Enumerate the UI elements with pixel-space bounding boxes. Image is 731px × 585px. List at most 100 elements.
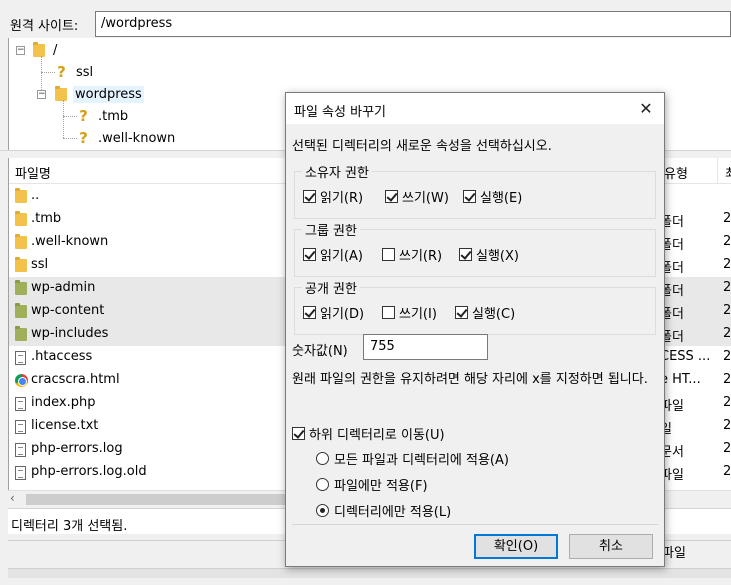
file-date: 2 xyxy=(723,234,731,249)
group-permissions-group: 그룹 권한 읽기(A) 쓰기(R) 실행(X) xyxy=(294,220,656,277)
folder-icon xyxy=(15,326,27,341)
unknown-folder-icon: ? xyxy=(79,129,88,147)
file-date: 2 xyxy=(723,326,731,341)
hint-text: 원래 파일의 권한을 유지하려면 해당 자리에 x를 지정하면 됩니다. xyxy=(292,372,648,387)
group-label: 소유자 권한 xyxy=(302,162,372,181)
folder-icon xyxy=(15,234,27,249)
group-label: 공개 권한 xyxy=(302,278,360,297)
file-icon xyxy=(15,420,26,434)
file-name: .tmb xyxy=(31,211,62,226)
folder-icon xyxy=(33,41,45,57)
public-exec-checkbox[interactable]: 실행(C) xyxy=(455,303,515,322)
file-type: e HT... xyxy=(660,372,701,387)
recurse-subdirectories-checkbox[interactable]: 하위 디렉터리로 이동(U) xyxy=(292,424,445,443)
cancel-button[interactable]: 취소 xyxy=(569,534,653,559)
column-header-name[interactable]: 파일명 xyxy=(15,163,51,182)
dialog-separator xyxy=(292,524,658,525)
remote-path-input[interactable]: /wordpress xyxy=(95,11,731,37)
file-icon xyxy=(15,466,26,480)
file-name: cracscra.html xyxy=(31,372,120,387)
collapse-icon[interactable]: − xyxy=(37,90,46,99)
checkbox-checked-icon xyxy=(292,427,305,440)
tree-item-root[interactable]: / xyxy=(33,40,59,60)
folder-icon xyxy=(15,257,27,272)
checkbox-checked-icon xyxy=(303,306,316,319)
tree-item-label: wordpress xyxy=(73,85,144,103)
public-write-checkbox[interactable]: 쓰기(I) xyxy=(382,303,437,322)
folder-icon xyxy=(15,280,27,295)
group-read-checkbox[interactable]: 읽기(A) xyxy=(303,245,363,264)
file-icon xyxy=(15,397,26,411)
dialog-title: 파일 속성 바꾸기 xyxy=(294,105,386,120)
public-permissions-group: 공개 권한 읽기(D) 쓰기(I) 실행(C) xyxy=(294,278,656,335)
unknown-folder-icon: ? xyxy=(57,63,66,81)
bottom-scrollbar[interactable] xyxy=(8,568,731,578)
file-name: wp-content xyxy=(31,303,105,318)
checkbox-checked-icon xyxy=(459,248,472,261)
tree-item-ssl[interactable]: ? ssl xyxy=(55,62,95,82)
file-date: 2 xyxy=(723,257,731,272)
owner-write-checkbox[interactable]: 쓰기(W) xyxy=(385,187,449,206)
file-date: 2 xyxy=(723,280,731,295)
file-icon xyxy=(15,351,26,365)
column-header-type[interactable]: 유형 xyxy=(664,163,688,182)
file-date: 2 xyxy=(723,211,731,226)
apply-all-radio[interactable]: 모든 파일과 디렉터리에 적용(A) xyxy=(316,449,509,468)
apply-files-only-radio[interactable]: 파일에만 적용(F) xyxy=(316,475,428,494)
unknown-folder-icon: ? xyxy=(79,107,88,125)
dialog-intro-text: 선택된 디렉터리의 새로운 속성을 선택하십시오. xyxy=(292,139,552,154)
radio-unselected-icon xyxy=(316,452,329,465)
numeric-value-input[interactable]: 755 xyxy=(363,334,488,360)
file-name: php-errors.log xyxy=(31,441,123,456)
group-label: 그룹 권한 xyxy=(302,220,360,239)
collapse-icon[interactable]: − xyxy=(16,46,25,55)
public-read-checkbox[interactable]: 읽기(D) xyxy=(303,303,364,322)
scroll-left-icon[interactable]: ‹ xyxy=(10,491,15,505)
file-name: .. xyxy=(31,188,40,203)
folder-icon xyxy=(15,188,27,203)
tree-item-label: / xyxy=(53,42,58,58)
file-icon xyxy=(15,443,26,457)
chrome-html-icon xyxy=(15,374,28,387)
close-icon[interactable]: ✕ xyxy=(628,93,664,124)
remote-site-label: 원격 사이트: xyxy=(10,19,79,34)
group-exec-checkbox[interactable]: 실행(X) xyxy=(459,245,519,264)
ok-button[interactable]: 확인(O) xyxy=(474,534,558,559)
dialog-titlebar[interactable]: 파일 속성 바꾸기 ✕ xyxy=(286,93,664,124)
status-text: 디렉터리 3개 선택됨. xyxy=(11,519,128,534)
file-name: php-errors.log.old xyxy=(31,464,147,479)
column-header-date[interactable]: 최 xyxy=(725,163,731,182)
scrollbar-thumb[interactable] xyxy=(26,494,306,505)
checkbox-checked-icon xyxy=(303,248,316,261)
queue-column-text: 파일 xyxy=(662,546,686,561)
apply-directories-only-radio[interactable]: 디렉터리에만 적용(L) xyxy=(316,501,451,520)
tree-item-well-known[interactable]: ? .well-known xyxy=(77,128,177,148)
change-file-attributes-dialog: 파일 속성 바꾸기 ✕ 선택된 디렉터리의 새로운 속성을 선택하십시오. 소유… xyxy=(285,92,665,567)
file-date: 2 xyxy=(723,464,731,479)
owner-read-checkbox[interactable]: 읽기(R) xyxy=(303,187,363,206)
file-name: .well-known xyxy=(31,234,109,249)
checkbox-unchecked-icon xyxy=(382,306,395,319)
numeric-value-label: 숫자값(N) xyxy=(292,344,348,359)
checkbox-unchecked-icon xyxy=(382,248,395,261)
checkbox-checked-icon xyxy=(455,306,468,319)
group-write-checkbox[interactable]: 쓰기(R) xyxy=(382,245,442,264)
file-name: wp-includes xyxy=(31,326,109,341)
checkbox-checked-icon xyxy=(463,190,476,203)
checkbox-checked-icon xyxy=(303,190,316,203)
file-date: 2 xyxy=(723,418,731,433)
folder-icon xyxy=(15,303,27,318)
folder-icon xyxy=(15,211,27,226)
file-name: wp-admin xyxy=(31,280,96,295)
radio-selected-icon xyxy=(316,504,329,517)
file-name: .htaccess xyxy=(31,349,93,364)
owner-exec-checkbox[interactable]: 실행(E) xyxy=(463,187,522,206)
file-type: CESS ... xyxy=(660,349,711,364)
owner-permissions-group: 소유자 권한 읽기(R) 쓰기(W) 실행(E) xyxy=(294,162,656,219)
tree-item-tmb[interactable]: ? .tmb xyxy=(77,106,130,126)
file-date: 2 xyxy=(723,395,731,410)
tree-item-wordpress[interactable]: wordpress xyxy=(55,84,144,104)
file-name: ssl xyxy=(31,257,49,272)
folder-icon xyxy=(55,85,67,101)
file-date: 2 xyxy=(723,372,731,387)
